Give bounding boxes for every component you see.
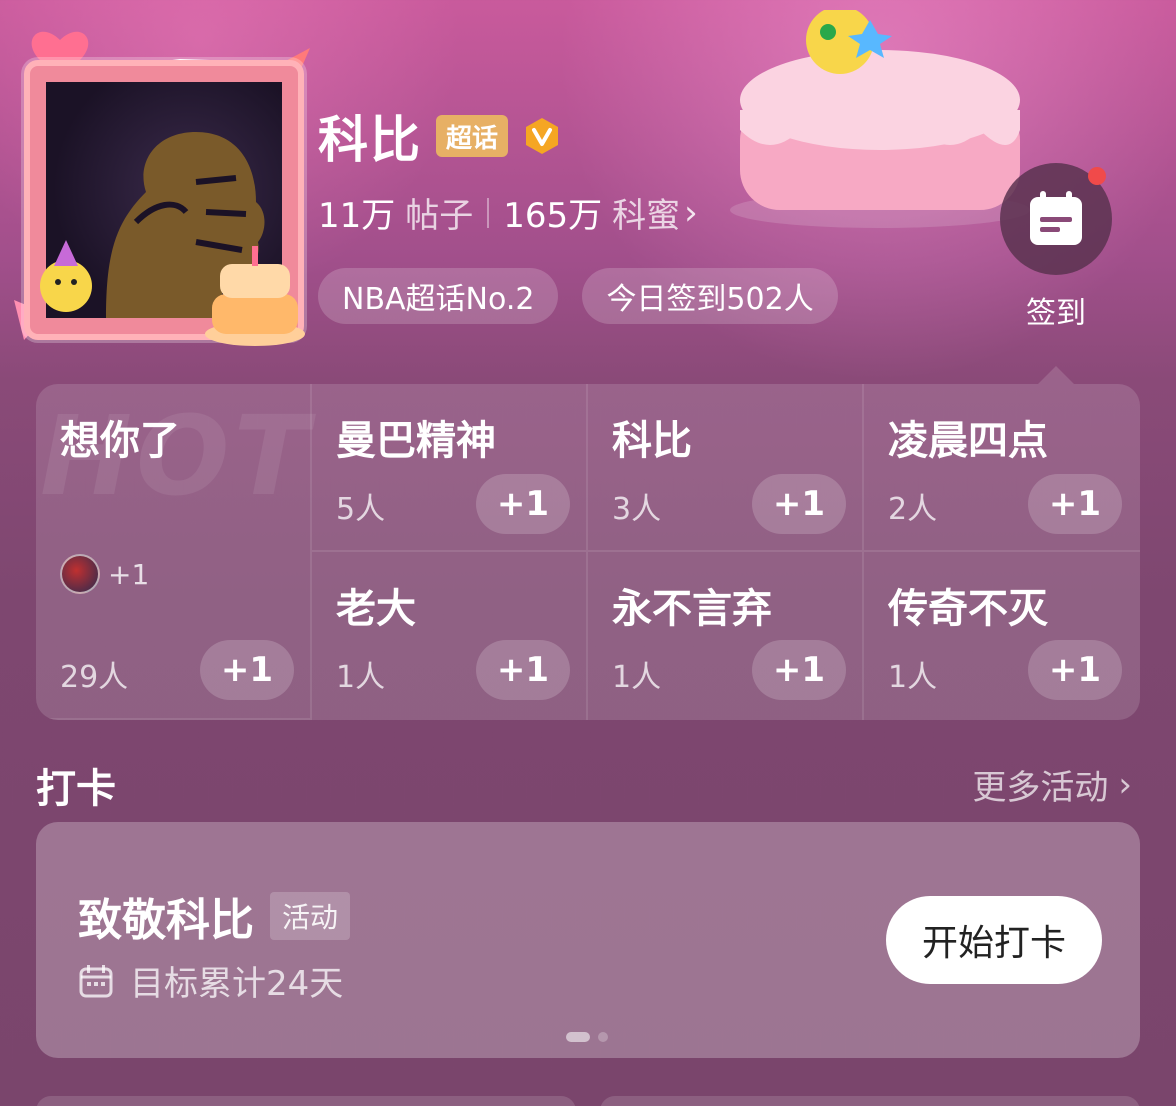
punch-card[interactable]: 致敬科比 活动 目标累计24天 开始打卡 [36, 822, 1140, 1058]
topic-stats[interactable]: 11万 帖子 165万 科蜜 › [318, 188, 698, 237]
pager-dot-active [566, 1032, 590, 1042]
punch-goal: 目标累计24天 [78, 956, 343, 1005]
hot-word-title: 传奇不灭 [888, 586, 1048, 632]
punch-title-row: 致敬科比 活动 [78, 884, 351, 948]
avatar [60, 554, 100, 594]
fans-count: 165万 [503, 196, 603, 236]
page-title: 科比 [318, 111, 422, 169]
hot-word-cell[interactable]: 科比 3人 +1 [588, 384, 864, 552]
section-title: 打卡 [36, 766, 116, 812]
hot-word-title: 凌晨四点 [888, 418, 1048, 464]
more-activities-link[interactable]: 更多活动 › [972, 760, 1132, 809]
participant-count: 1人 [612, 660, 662, 695]
plus-one-button[interactable]: +1 [476, 640, 570, 700]
plus-one-button[interactable]: +1 [1028, 474, 1122, 534]
posts-label: 帖子 [405, 196, 474, 236]
posts-count: 11万 [318, 196, 396, 236]
plus-one-button[interactable]: +1 [476, 474, 570, 534]
hot-watermark: HOT [40, 392, 313, 520]
avatar-plus-label: +1 [108, 557, 150, 591]
topic-title-row: 科比 超话 [318, 100, 562, 172]
plus-one-button[interactable]: +1 [1028, 640, 1122, 700]
participant-count: 1人 [336, 660, 386, 695]
hot-word-title: 永不言弃 [612, 586, 772, 632]
participant-count: 3人 [612, 492, 662, 527]
birthday-cake-decoration [730, 10, 1030, 228]
chevron-right-icon: › [1118, 764, 1132, 805]
hot-word-title: 老大 [336, 586, 416, 632]
hot-word-cell[interactable]: 曼巴精神 5人 +1 [312, 384, 588, 552]
hot-word-title: 曼巴精神 [336, 418, 496, 464]
plus-one-button[interactable]: +1 [200, 640, 294, 700]
hot-word-cell[interactable]: 永不言弃 1人 +1 [588, 552, 864, 720]
verified-v-icon [526, 118, 559, 154]
calendar-icon [1030, 191, 1082, 245]
hot-word-cell[interactable]: 传奇不灭 1人 +1 [864, 552, 1140, 720]
hot-word-cell[interactable]: 凌晨四点 2人 +1 [864, 384, 1140, 552]
punch-goal-text: 目标累计24天 [130, 964, 344, 1004]
participant-count: 2人 [888, 492, 938, 527]
topic-tags: NBA超话No.2 今日签到502人 [318, 268, 838, 324]
stats-divider [487, 197, 490, 228]
super-topic-badge: 超话 [436, 115, 509, 157]
hot-word-cell[interactable]: 老大 1人 +1 [312, 552, 588, 720]
chevron-right-icon: › [684, 192, 698, 233]
checkin-label[interactable]: 签到 [1000, 288, 1112, 332]
activity-tag: 活动 [270, 892, 351, 940]
plus-one-button[interactable]: +1 [752, 474, 846, 534]
next-card-peek [600, 1096, 1140, 1106]
participant-count: 5人 [336, 492, 386, 527]
checkin-count-tag[interactable]: 今日签到502人 [582, 268, 838, 324]
mini-cake-icon [205, 246, 305, 346]
participant-avatars: +1 [60, 554, 149, 594]
pager-dot [598, 1032, 608, 1042]
fans-label: 科蜜 [612, 196, 681, 236]
start-punch-button[interactable]: 开始打卡 [886, 896, 1102, 984]
next-card-peek [36, 1096, 576, 1106]
plus-one-button[interactable]: +1 [752, 640, 846, 700]
participant-count: 29人 [60, 660, 129, 695]
calendar-icon [79, 964, 113, 997]
participant-count: 1人 [888, 660, 938, 695]
grid-pointer-arrow [1038, 366, 1074, 384]
checkin-button[interactable] [1000, 163, 1112, 275]
rank-tag[interactable]: NBA超话No.2 [318, 268, 559, 324]
more-activities-label: 更多活动 [972, 768, 1109, 808]
punch-title: 致敬科比 [78, 895, 254, 946]
carousel-pager [566, 1032, 608, 1042]
duck-sticker-icon [40, 240, 92, 312]
hot-word-title: 科比 [612, 418, 692, 464]
notification-dot [1088, 167, 1106, 185]
